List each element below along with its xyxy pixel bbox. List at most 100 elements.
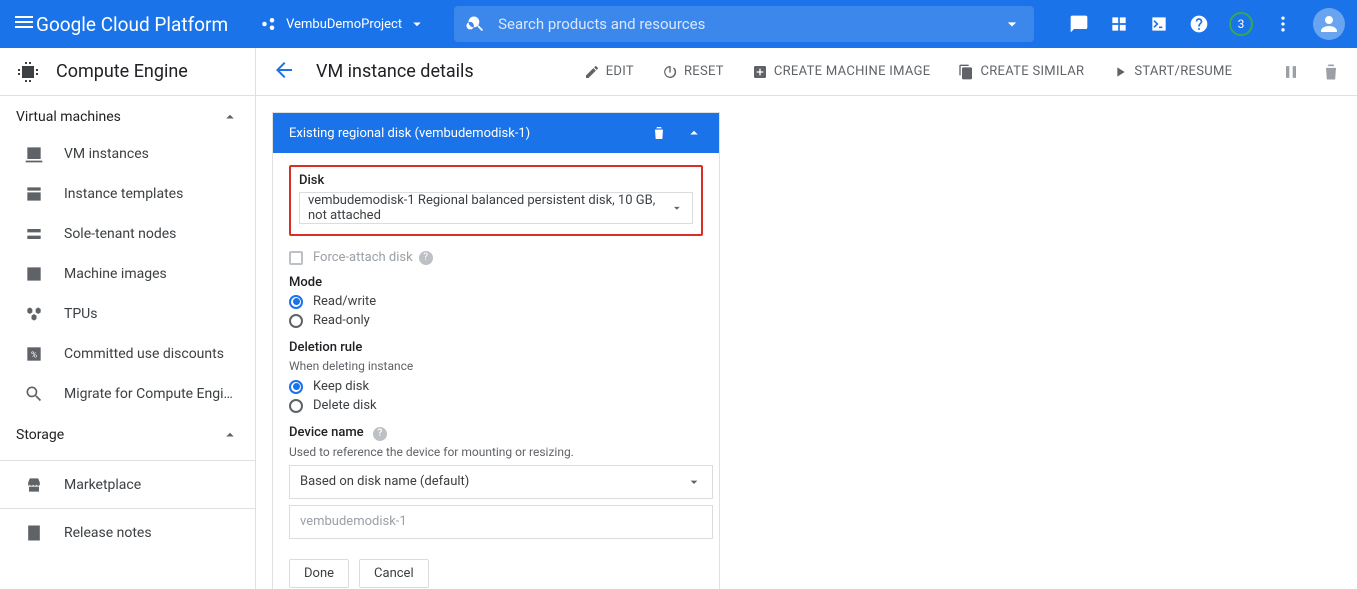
- sidebar-item-vm-instances[interactable]: VM instances: [0, 134, 255, 174]
- panel-title: Existing regional disk (vembudemodisk-1): [289, 126, 633, 141]
- deletion-help: When deleting instance: [289, 359, 703, 373]
- image-icon: [24, 264, 44, 284]
- search-icon: [24, 384, 44, 404]
- chevron-down-icon: [686, 474, 702, 490]
- chevron-up-icon: [221, 108, 239, 126]
- sidebar-item-machine-images[interactable]: Machine images: [0, 254, 255, 294]
- disk-select-highlight: Disk vembudemodisk-1 Regional balanced p…: [289, 165, 703, 236]
- gcp-logo-text[interactable]: Google Cloud Platform: [36, 13, 228, 36]
- cancel-button[interactable]: Cancel: [359, 559, 429, 588]
- account-avatar[interactable]: [1313, 8, 1345, 40]
- disk-label: Disk: [299, 173, 693, 188]
- person-icon: [1317, 12, 1341, 36]
- search-icon: [466, 14, 486, 34]
- chevron-down-icon[interactable]: [1002, 14, 1022, 34]
- radio-icon: [289, 314, 303, 328]
- percent-icon: %: [24, 344, 44, 364]
- chevron-down-icon: [670, 200, 684, 216]
- help-icon[interactable]: ?: [373, 427, 387, 441]
- disk-panel: Existing regional disk (vembudemodisk-1)…: [272, 112, 720, 589]
- node-icon: [24, 224, 44, 244]
- sidebar-item-committed-use[interactable]: % Committed use discounts: [0, 334, 255, 374]
- sidebar-item-marketplace[interactable]: Marketplace: [0, 460, 255, 508]
- done-button[interactable]: Done: [289, 559, 349, 588]
- product-title: Compute Engine: [56, 61, 188, 82]
- search-input[interactable]: [498, 15, 1002, 33]
- deletion-keep-radio[interactable]: Keep disk: [289, 379, 703, 394]
- mode-readonly-radio[interactable]: Read-only: [289, 313, 703, 328]
- create-similar-button[interactable]: CREATE SIMILAR: [958, 64, 1084, 80]
- page-toolbar: VM instance details EDIT RESET CREATE MA…: [256, 48, 1357, 96]
- create-machine-image-button[interactable]: CREATE MACHINE IMAGE: [752, 64, 931, 80]
- device-name-value: vembudemodisk-1: [289, 505, 713, 539]
- deletion-label: Deletion rule: [289, 340, 703, 355]
- mode-readwrite-radio[interactable]: Read/write: [289, 294, 703, 309]
- project-selector[interactable]: VembuDemoProject: [252, 11, 434, 37]
- force-attach-checkbox[interactable]: Force-attach disk ?: [289, 250, 703, 265]
- help-button[interactable]: [1189, 14, 1209, 34]
- svg-text:%: %: [31, 350, 37, 360]
- help-icon: [1189, 14, 1209, 34]
- radio-icon: [289, 295, 303, 309]
- sidebar-section-vm[interactable]: Virtual machines: [0, 96, 255, 134]
- chat-button[interactable]: [1069, 14, 1089, 34]
- mode-label: Mode: [289, 275, 703, 290]
- sidebar-item-instance-templates[interactable]: Instance templates: [0, 174, 255, 214]
- radio-icon: [289, 380, 303, 394]
- play-icon: [1112, 64, 1128, 80]
- project-name: VembuDemoProject: [286, 17, 402, 32]
- more-vert-icon: [1273, 14, 1293, 34]
- notifications-button[interactable]: 3: [1229, 12, 1253, 36]
- top-header: Google Cloud Platform VembuDemoProject 3: [0, 0, 1357, 48]
- help-icon[interactable]: ?: [419, 251, 433, 265]
- trash-icon[interactable]: [651, 125, 667, 141]
- plus-box-icon: [752, 64, 768, 80]
- edit-button[interactable]: EDIT: [584, 64, 634, 80]
- project-icon: [260, 15, 278, 33]
- device-name-select[interactable]: Based on disk name (default): [289, 465, 713, 499]
- delete-icon[interactable]: [1321, 62, 1341, 82]
- cloudshell-button[interactable]: [1149, 14, 1169, 34]
- page-title: VM instance details: [316, 61, 474, 82]
- back-button[interactable]: [272, 58, 296, 86]
- instance-icon: [24, 144, 44, 164]
- sidebar-item-migrate[interactable]: Migrate for Compute Engi…: [0, 374, 255, 414]
- sidebar-section-storage[interactable]: Storage: [0, 414, 255, 452]
- compute-engine-icon: [16, 60, 40, 84]
- hamburger-menu[interactable]: [12, 10, 36, 38]
- more-button[interactable]: [1273, 14, 1293, 34]
- main-content: VM instance details EDIT RESET CREATE MA…: [256, 48, 1357, 589]
- sidebar: Compute Engine Virtual machines VM insta…: [0, 48, 256, 589]
- reset-button[interactable]: RESET: [662, 64, 724, 80]
- chat-icon: [1069, 14, 1089, 34]
- gift-button[interactable]: [1109, 14, 1129, 34]
- chevron-down-icon: [408, 15, 426, 33]
- chevron-up-icon[interactable]: [685, 124, 703, 142]
- copy-icon: [958, 64, 974, 80]
- tpu-icon: [24, 304, 44, 324]
- notes-icon: [24, 523, 44, 543]
- disk-select[interactable]: vembudemodisk-1 Regional balanced persis…: [299, 192, 693, 224]
- arrow-back-icon: [272, 58, 296, 82]
- power-icon: [662, 64, 678, 80]
- marketplace-icon: [24, 475, 44, 495]
- device-name-label: Device name ?: [289, 425, 703, 441]
- sidebar-item-tpus[interactable]: TPUs: [0, 294, 255, 334]
- checkbox-icon: [289, 251, 303, 265]
- start-resume-button[interactable]: START/RESUME: [1112, 64, 1232, 80]
- device-name-help: Used to reference the device for mountin…: [289, 445, 703, 459]
- chevron-up-icon: [221, 426, 239, 444]
- sidebar-item-sole-tenant[interactable]: Sole-tenant nodes: [0, 214, 255, 254]
- sidebar-product-header[interactable]: Compute Engine: [0, 48, 255, 96]
- search-box[interactable]: [454, 6, 1034, 42]
- menu-icon: [12, 10, 36, 34]
- gift-icon: [1109, 14, 1129, 34]
- template-icon: [24, 184, 44, 204]
- sidebar-item-release-notes[interactable]: Release notes: [0, 508, 255, 556]
- terminal-icon: [1149, 14, 1169, 34]
- deletion-delete-radio[interactable]: Delete disk: [289, 398, 703, 413]
- pencil-icon: [584, 64, 600, 80]
- panel-header: Existing regional disk (vembudemodisk-1): [273, 113, 719, 153]
- pause-icon[interactable]: [1281, 62, 1301, 82]
- radio-icon: [289, 399, 303, 413]
